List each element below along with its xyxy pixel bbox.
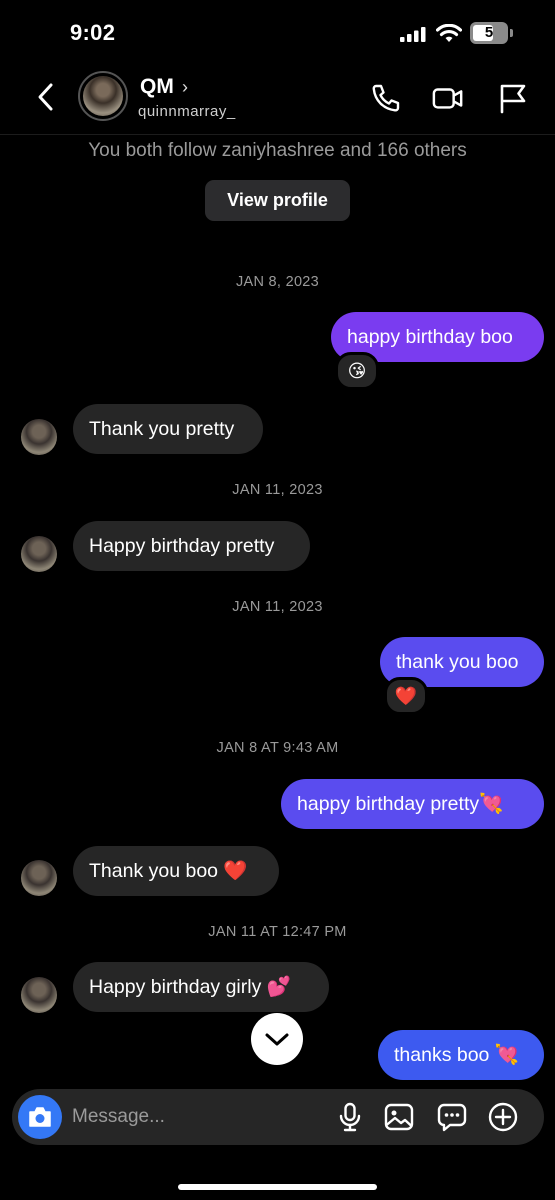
- video-camera-icon[interactable]: [432, 82, 464, 114]
- view-profile-button[interactable]: View profile: [205, 180, 350, 221]
- received-message[interactable]: Happy birthday pretty: [73, 521, 310, 571]
- received-message[interactable]: Thank you boo ❤️: [73, 846, 279, 896]
- flag-icon[interactable]: [497, 82, 529, 114]
- message-reaction[interactable]: ❤️: [384, 677, 428, 715]
- sender-avatar[interactable]: [21, 536, 57, 572]
- sent-message[interactable]: happy birthday pretty💘: [281, 779, 544, 829]
- received-message[interactable]: Happy birthday girly 💕: [73, 962, 329, 1012]
- message-input[interactable]: [72, 1104, 312, 1130]
- chevron-left-icon[interactable]: [32, 82, 60, 112]
- sticker-chat-icon[interactable]: [436, 1101, 468, 1133]
- camera-button[interactable]: [18, 1095, 62, 1139]
- sender-avatar[interactable]: [21, 977, 57, 1013]
- camera-icon: [29, 1107, 51, 1127]
- home-indicator: [178, 1184, 377, 1190]
- status-time: 9:02: [70, 20, 116, 45]
- date-separator: JAN 11, 2023: [232, 482, 323, 498]
- chevron-right-icon[interactable]: ›: [182, 77, 188, 98]
- scroll-to-bottom-button[interactable]: [251, 1013, 303, 1065]
- date-separator: JAN 8, 2023: [235, 274, 320, 290]
- received-message[interactable]: Thank you pretty: [73, 404, 263, 454]
- battery-icon: 5: [470, 22, 514, 44]
- date-separator: JAN 11 AT 12:47 PM: [208, 924, 347, 940]
- wifi-icon: [436, 24, 462, 42]
- battery-level-text: 5: [484, 24, 494, 41]
- mutual-follow-text: You both follow zaniyhashree and 166 oth…: [88, 140, 467, 161]
- plus-circle-icon[interactable]: [487, 1101, 519, 1133]
- contact-username[interactable]: quinnmarray_: [138, 103, 236, 120]
- image-icon[interactable]: [383, 1101, 415, 1133]
- message-reaction[interactable]: 😘: [335, 352, 379, 390]
- contact-name[interactable]: QM: [140, 75, 174, 99]
- header-divider: [0, 134, 555, 135]
- microphone-icon[interactable]: [334, 1101, 366, 1133]
- sender-avatar[interactable]: [21, 419, 57, 455]
- chevron-down-icon: [265, 1033, 289, 1046]
- sender-avatar[interactable]: [21, 860, 57, 896]
- cellular-signal-icon: [400, 27, 426, 42]
- phone-icon[interactable]: [370, 82, 402, 114]
- avatar[interactable]: [83, 76, 123, 116]
- date-separator: JAN 8 AT 9:43 AM: [216, 740, 339, 756]
- sent-message[interactable]: thanks boo 💘: [378, 1030, 544, 1080]
- date-separator: JAN 11, 2023: [232, 599, 323, 615]
